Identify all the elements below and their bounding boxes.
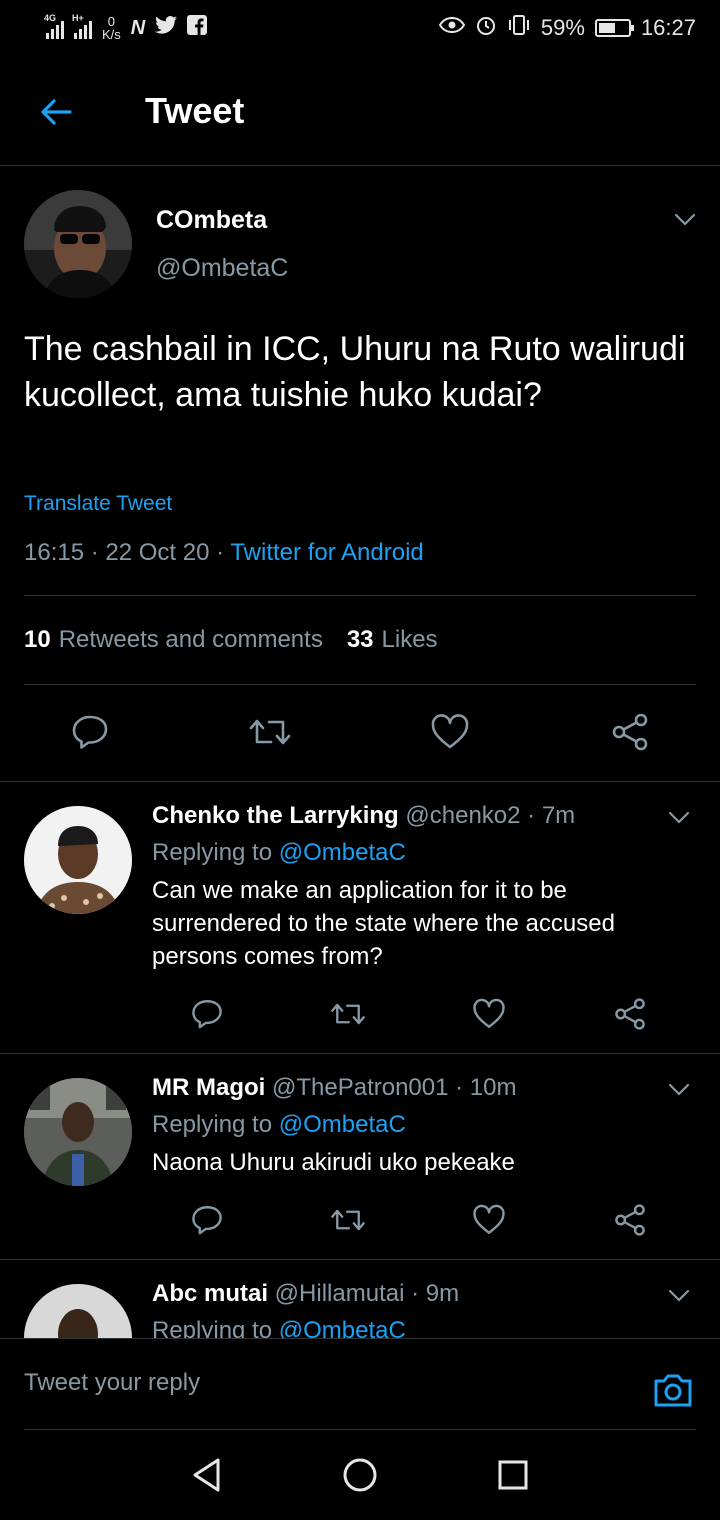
reply-author-name[interactable]: MR Magoi [152,1074,265,1101]
alarm-icon [475,14,497,42]
like-button[interactable] [418,992,559,1036]
system-nav-bar [0,1430,720,1520]
tweet-stats: 10 Retweets and comments 33 Likes [24,626,438,654]
signal-icon-2: H+ [72,13,92,39]
vibrate-icon [507,14,531,42]
chevron-down-icon[interactable] [672,206,698,232]
twitter-icon [155,15,178,41]
reply-avatar[interactable] [24,1078,132,1186]
reply-button[interactable] [136,1198,277,1242]
chevron-down-icon[interactable] [666,1076,692,1102]
replying-to-link[interactable]: @OmbetaC [279,839,406,866]
replying-to-link[interactable]: @OmbetaC [279,1317,406,1338]
likes-stat[interactable]: 33 Likes [347,626,438,654]
reply-avatar[interactable] [24,1284,132,1338]
translate-link[interactable]: Translate Tweet [24,492,172,516]
signal-icon: 4G [44,13,64,39]
share-button[interactable] [559,992,700,1036]
retweet-icon [330,1003,365,1025]
battery-icon [594,19,634,37]
reply-header: Chenko the Larryking @chenko2 · 7m [152,802,575,830]
reply-input[interactable]: Tweet your reply [24,1369,200,1397]
page-title: Tweet [145,90,245,131]
tweet-source-link[interactable]: Twitter for Android [230,539,423,566]
nav-back-button[interactable] [182,1450,232,1500]
circle-home-icon [343,1458,377,1492]
reply-header: Abc mutai @Hillamutai · 9m [152,1280,459,1308]
share-button[interactable] [559,1198,700,1242]
chevron-down-icon[interactable] [666,804,692,830]
reply-handle-time: @Hillamutai · 9m [268,1280,460,1307]
comment-icon [191,1206,222,1235]
app-header: Tweet [0,56,720,166]
status-right: 59% 16:27 [438,14,696,42]
reply-tweet[interactable]: Chenko the Larryking @chenko2 · 7m Reply… [0,782,720,1054]
tweet-timestamp: 16:15 · 22 Oct 20 · [24,539,231,566]
author-handle[interactable]: @OmbetaC [156,254,288,283]
battery-percent: 59% [540,15,585,40]
reply-button[interactable] [0,706,180,758]
reply-tweet[interactable]: MR Magoi @ThePatron001 · 10m Replying to… [0,1054,720,1260]
nav-recents-button[interactable] [488,1450,538,1500]
tweet-actions [0,706,720,758]
nav-home-button[interactable] [335,1450,385,1500]
divider [24,595,696,596]
retweet-button[interactable] [180,706,360,758]
share-icon [612,713,648,751]
chevron-down-icon[interactable] [666,1282,692,1308]
heart-icon [431,714,469,749]
reply-tweet[interactable]: Abc mutai @Hillamutai · 9m Replying to @… [0,1260,720,1338]
reply-handle-time: @chenko2 · 7m [398,802,576,829]
triangle-back-icon [193,1458,220,1492]
tweet-meta: 16:15 · 22 Oct 20 · Twitter for Android [24,539,424,567]
replying-to: Replying to @OmbetaC [152,1317,406,1338]
reply-text: Naona Uhuru akirudi uko pekeake [152,1149,515,1176]
comment-icon [72,715,108,749]
camera-icon[interactable] [652,1369,694,1411]
retweet-button[interactable] [277,1198,418,1242]
reply-header: MR Magoi @ThePatron001 · 10m [152,1074,516,1102]
network-speed: 0 K/s [102,14,121,42]
reply-author-name[interactable]: Chenko the Larryking [152,802,399,829]
heart-icon [472,1204,505,1234]
share-icon [614,998,645,1030]
eye-icon [438,15,466,41]
facebook-icon [187,15,208,41]
status-bar: 4G H+ 0 K/s N 59% 16:27 [0,0,720,56]
share-icon [614,1204,645,1236]
notification-n-icon: N [130,16,146,39]
main-tweet: COmbeta @OmbetaC The cashbail in ICC, Uh… [0,166,720,782]
retweets-stat[interactable]: 10 Retweets and comments [24,626,323,654]
square-recents-icon [498,1460,528,1490]
clock: 16:27 [640,15,696,40]
reply-text: Can we make an application for it to be … [152,877,615,970]
heart-icon [472,998,505,1028]
reply-composer: Tweet your reply [0,1338,720,1430]
reply-actions [136,992,696,1036]
author-name[interactable]: COmbeta [156,206,267,235]
divider [24,684,696,685]
replying-to-link[interactable]: @OmbetaC [279,1111,406,1138]
reply-button[interactable] [136,992,277,1036]
like-button[interactable] [360,706,540,758]
reply-avatar[interactable] [24,806,132,914]
status-left: 4G H+ 0 K/s N [44,13,208,42]
retweet-button[interactable] [277,992,418,1036]
author-avatar[interactable] [24,190,132,298]
retweet-icon [249,719,291,745]
share-button[interactable] [540,706,720,758]
replying-to: Replying to @OmbetaC [152,839,406,866]
replying-to: Replying to @OmbetaC [152,1111,406,1138]
back-arrow-icon [41,99,72,125]
retweet-icon [330,1209,365,1231]
like-button[interactable] [418,1198,559,1242]
battery-fill [598,23,616,33]
tweet-text: The cashbail in ICC, Uhuru na Ruto walir… [24,330,686,414]
comment-icon [191,1000,222,1029]
reply-handle-time: @ThePatron001 · 10m [265,1074,517,1101]
reply-actions [136,1198,696,1242]
back-button[interactable] [30,86,82,138]
reply-author-name[interactable]: Abc mutai [152,1280,268,1307]
